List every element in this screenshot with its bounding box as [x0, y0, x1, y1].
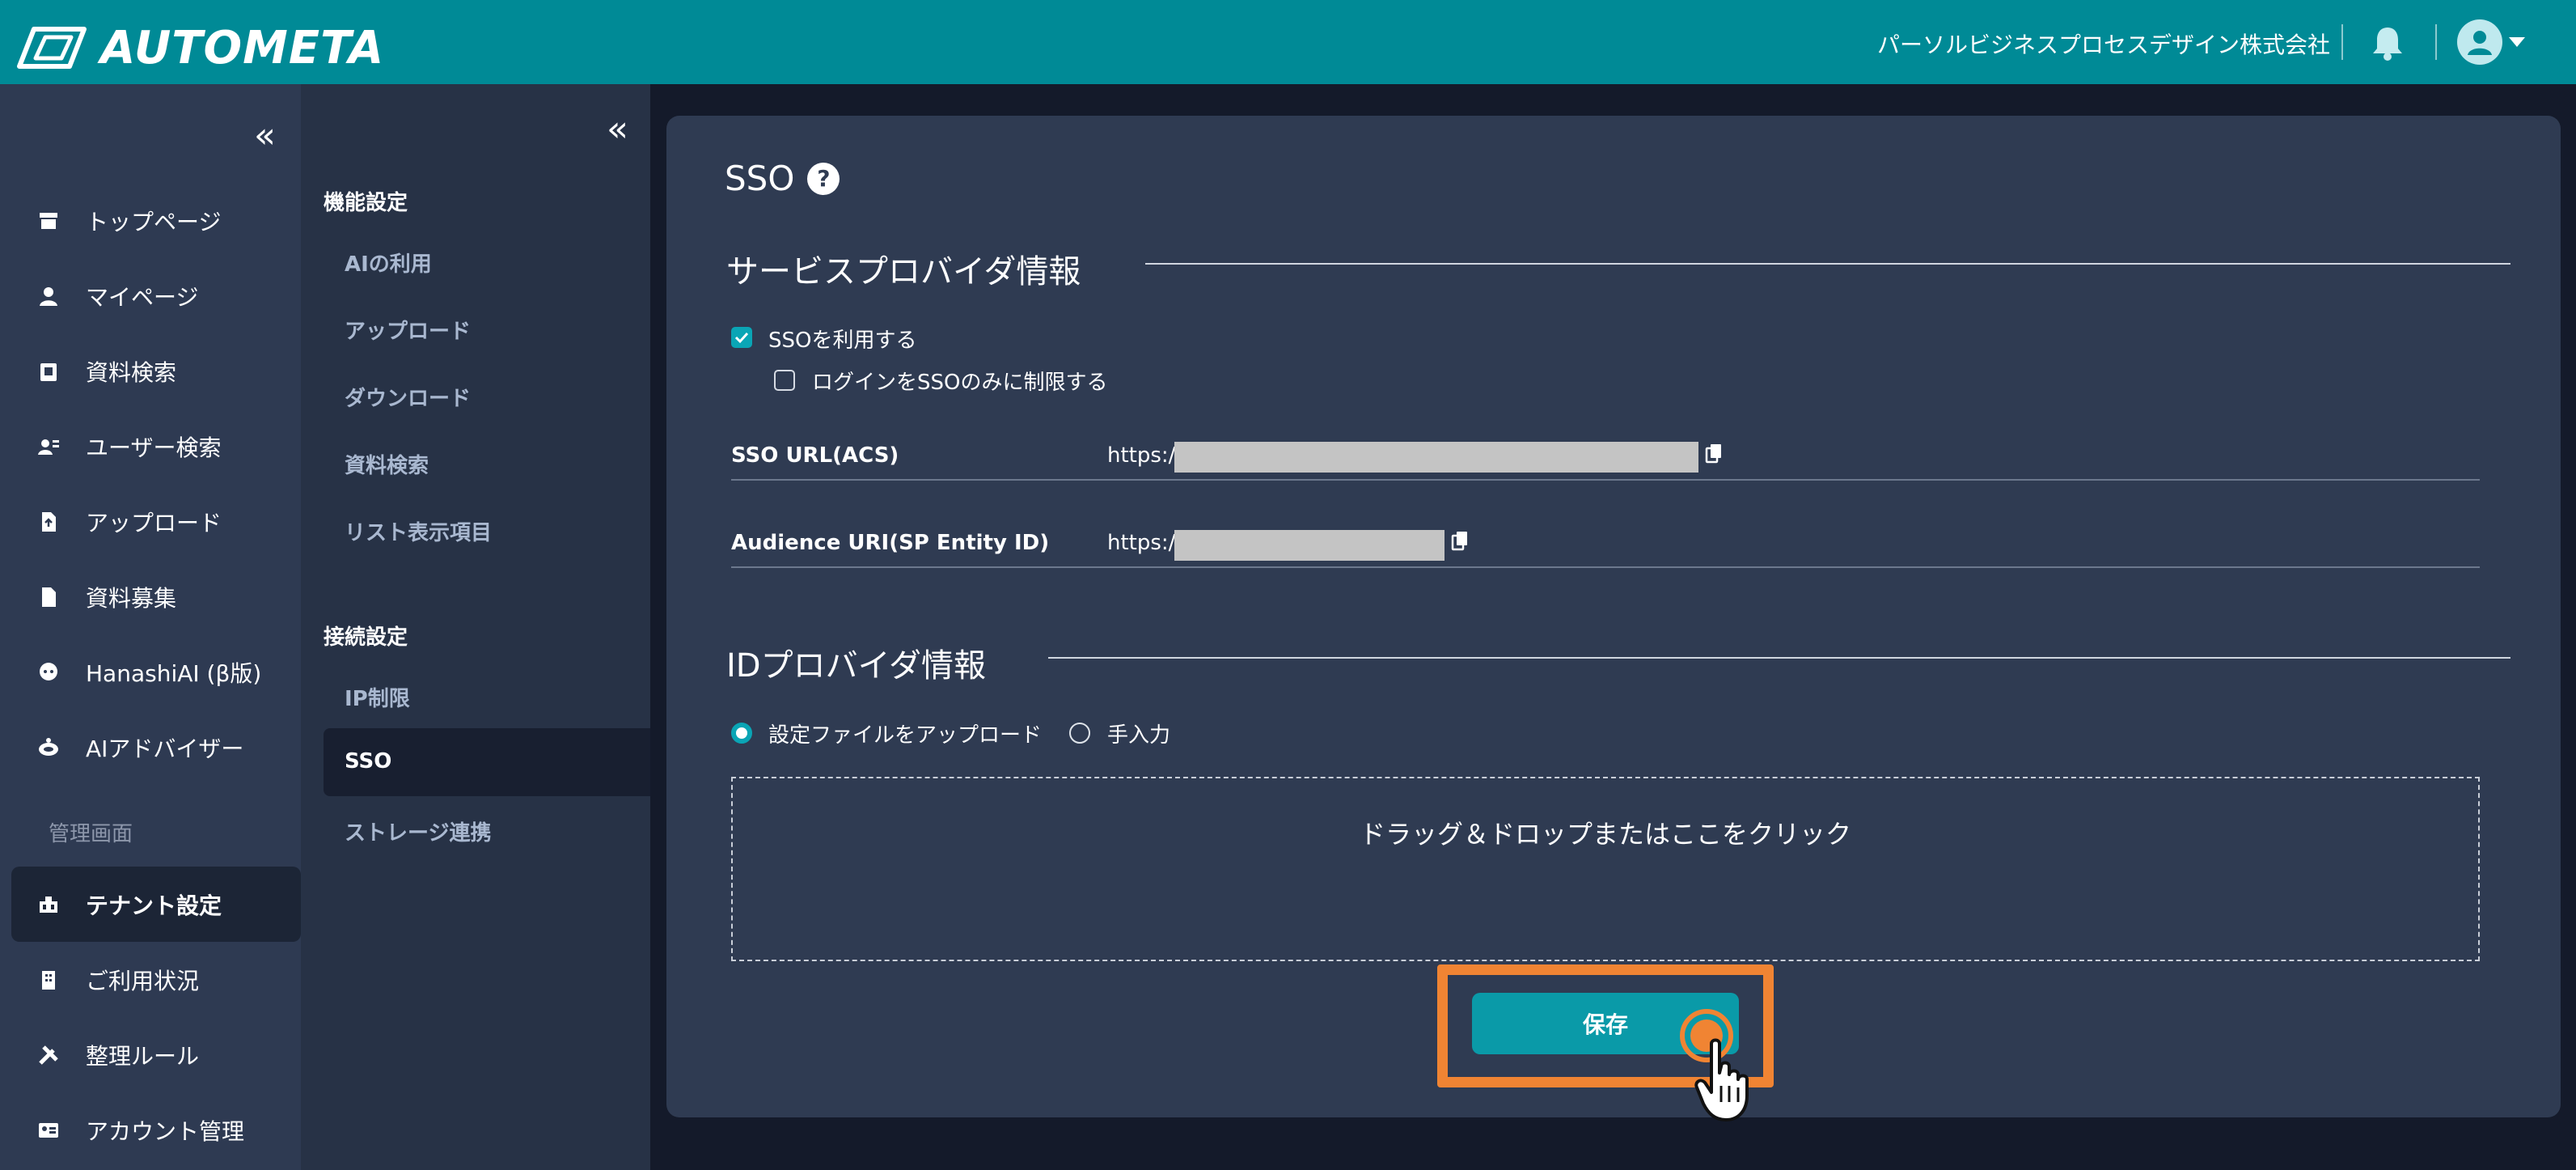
admin-nav: テナント設定 ご利用状況 整理ルール アカウント管理: [0, 867, 301, 1168]
copy-icon[interactable]: [1451, 531, 1469, 552]
sidebar-item-label: 整理ルール: [86, 1042, 200, 1070]
store-icon: [36, 208, 61, 234]
sidebar-item-user-search[interactable]: ユーザー検索: [0, 409, 301, 484]
subnav-item-list-columns[interactable]: リスト表示項目: [345, 516, 492, 546]
chevron-down-icon[interactable]: [2509, 37, 2525, 47]
id-card-icon: [36, 1117, 61, 1143]
avatar[interactable]: [2457, 19, 2502, 65]
radio-manual-input-label[interactable]: 手入力: [1107, 719, 1170, 748]
sidebar-item-label: ユーザー検索: [86, 434, 222, 461]
collapse-sidebar-icon[interactable]: «: [254, 118, 276, 154]
row-divider: [731, 479, 2480, 481]
subnav-item-sso[interactable]: SSO: [345, 749, 391, 774]
top-header: AUTOMETA パーソルビジネスプロセスデザイン株式会社: [0, 0, 2576, 84]
audience-uri-value: https://: [1107, 531, 1183, 555]
user-icon: [2468, 31, 2492, 55]
collapse-subnav-icon[interactable]: «: [607, 112, 628, 147]
person-icon: [36, 283, 61, 309]
use-sso-checkbox[interactable]: [731, 327, 752, 348]
sso-url-label: SSO URL(ACS): [731, 443, 899, 468]
file-dropzone[interactable]: ドラッグ＆ドロップまたはここをクリック: [731, 777, 2480, 961]
subnav-item-download[interactable]: ダウンロード: [345, 382, 471, 412]
logo-text: AUTOMETA: [100, 21, 385, 74]
section-divider: [1048, 657, 2510, 659]
sp-info-heading: サービスプロバイダ情報: [726, 253, 1081, 290]
sso-url-value: https://: [1107, 443, 1183, 468]
page-title: SSO ?: [725, 159, 840, 198]
sidebar-item-hanashiai[interactable]: HanashiAI (β版): [0, 634, 301, 710]
sidebar-item-doc-search[interactable]: 資料検索: [0, 333, 301, 409]
copy-icon[interactable]: [1705, 443, 1723, 464]
section-divider: [1145, 263, 2510, 265]
tools-icon: [36, 1042, 61, 1068]
sidebar-item-label: 資料検索: [86, 358, 177, 386]
header-divider: [2435, 24, 2437, 60]
sidebar-item-label: マイページ: [86, 283, 199, 311]
main-nav: トップページ マイページ 資料検索 ユーザー検索 アップロード 資料募集 Han…: [0, 183, 301, 785]
sidebar-item-label: HanashiAI (β版): [86, 659, 262, 687]
subnav-item-upload[interactable]: アップロード: [345, 315, 471, 345]
redacted-sso-url: [1174, 442, 1698, 473]
audience-uri-label: Audience URI(SP Entity ID): [731, 531, 1050, 555]
dropzone-text: ドラッグ＆ドロップまたはここをクリック: [1359, 819, 1851, 850]
radio-upload-config-label[interactable]: 設定ファイルをアップロード: [768, 719, 1042, 748]
sidebar-item-rules[interactable]: 整理ルール: [0, 1017, 301, 1092]
subnav-item-storage[interactable]: ストレージ連携: [345, 816, 491, 846]
robot-icon: [36, 735, 61, 761]
user-search-icon: [36, 434, 61, 460]
sidebar-item-ai-advisor[interactable]: AIアドバイザー: [0, 710, 301, 785]
document-search-icon: [36, 358, 61, 384]
sidebar-item-accounts[interactable]: アカウント管理: [0, 1092, 301, 1168]
bell-icon[interactable]: [2370, 24, 2405, 61]
sidebar-item-usage[interactable]: ご利用状況: [0, 942, 301, 1017]
admin-section-label: 管理画面: [49, 822, 133, 846]
restrict-sso-checkbox[interactable]: [774, 370, 795, 391]
autometa-logo-icon: [17, 27, 87, 69]
page-title-text: SSO: [725, 159, 795, 198]
restrict-sso-label[interactable]: ログインをSSOのみに制限する: [812, 366, 1107, 396]
help-icon[interactable]: ?: [807, 162, 840, 195]
sidebar-item-mypage[interactable]: マイページ: [0, 258, 301, 333]
sidebar-item-label: 資料募集: [86, 584, 177, 612]
sidebar-item-tenant-settings[interactable]: テナント設定: [11, 867, 301, 942]
file-upload-icon: [36, 509, 61, 535]
logo[interactable]: AUTOMETA: [15, 19, 384, 76]
sidebar-item-label: アカウント管理: [86, 1117, 245, 1145]
redacted-audience-uri: [1174, 530, 1445, 561]
sidebar-item-label: アップロード: [86, 509, 222, 536]
check-icon: [734, 332, 749, 344]
hand-cursor-icon: [1694, 1038, 1749, 1121]
sidebar-item-label: AIアドバイザー: [86, 735, 244, 762]
tenant-icon: [36, 892, 61, 918]
row-divider: [731, 566, 2480, 568]
building-icon: [36, 967, 61, 993]
file-icon: [36, 584, 61, 610]
company-name: パーソルビジネスプロセスデザイン株式会社: [1876, 32, 2330, 58]
sidebar-item-label: トップページ: [86, 208, 222, 235]
sidebar-item-upload[interactable]: アップロード: [0, 484, 301, 559]
header-divider: [2341, 24, 2343, 60]
radio-upload-config[interactable]: [731, 723, 752, 744]
subnav-item-ip[interactable]: IP制限: [345, 682, 410, 712]
radio-manual-input[interactable]: [1069, 723, 1090, 744]
sidebar-item-doc-request[interactable]: 資料募集: [0, 559, 301, 634]
user-menu[interactable]: [2457, 19, 2525, 65]
idp-info-heading: IDプロバイダ情報: [726, 647, 986, 685]
subnav-item-ai[interactable]: AIの利用: [345, 248, 432, 278]
subnav-section-features: 機能設定: [324, 191, 408, 215]
chat-icon: [36, 659, 61, 685]
sidebar-item-label: テナント設定: [86, 892, 222, 919]
subnav-section-connection: 接続設定: [324, 625, 408, 650]
sidebar-item-top[interactable]: トップページ: [0, 183, 301, 258]
sidebar-item-label: ご利用状況: [86, 967, 200, 994]
use-sso-label[interactable]: SSOを利用する: [768, 324, 916, 354]
subnav-item-doc-search[interactable]: 資料検索: [345, 449, 429, 479]
